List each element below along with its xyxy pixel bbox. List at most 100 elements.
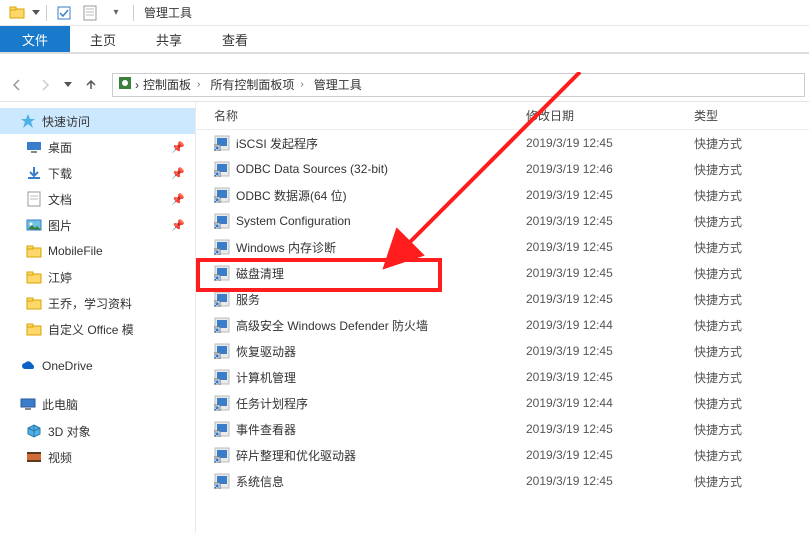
- file-date: 2019/3/19 12:44: [526, 318, 694, 332]
- chevron-right-icon[interactable]: ›: [135, 78, 139, 92]
- monitor-icon: [20, 396, 36, 412]
- file-row[interactable]: ODBC Data Sources (32-bit) 2019/3/19 12:4…: [196, 156, 809, 182]
- chevron-right-icon[interactable]: ›: [197, 79, 200, 90]
- file-row[interactable]: 事件查看器2019/3/19 12:45快捷方式: [196, 416, 809, 442]
- column-name[interactable]: 名称: [196, 107, 526, 124]
- chevron-right-icon[interactable]: ›: [300, 79, 303, 90]
- file-name: System Configuration: [236, 214, 351, 228]
- column-type[interactable]: 类型: [694, 107, 809, 124]
- file-row[interactable]: 服务2019/3/19 12:45快捷方式: [196, 286, 809, 312]
- nav-item[interactable]: 江婷: [0, 264, 195, 290]
- nav-label: 王乔，学习资料: [48, 295, 132, 312]
- window-title: 管理工具: [144, 4, 192, 21]
- nav-label: 江婷: [48, 269, 72, 286]
- folder-icon[interactable]: [6, 2, 28, 24]
- nav-label: 下载: [48, 165, 72, 182]
- qat-more-icon[interactable]: ▾: [105, 2, 127, 24]
- nav-this-pc[interactable]: 此电脑: [0, 390, 195, 418]
- file-name: ODBC Data Sources (32-bit): [236, 162, 388, 176]
- ribbon-divider: [0, 52, 809, 54]
- file-name: iSCSI 发起程序: [236, 135, 318, 152]
- file-name: 磁盘清理: [236, 265, 284, 282]
- nav-up-button[interactable]: [78, 72, 104, 98]
- file-row[interactable]: 磁盘清理2019/3/19 12:45快捷方式: [196, 260, 809, 286]
- shortcut-icon: [214, 343, 230, 359]
- shortcut-icon: [214, 395, 230, 411]
- nav-item[interactable]: 王乔，学习资料: [0, 290, 195, 316]
- nav-item[interactable]: MobileFile: [0, 238, 195, 264]
- document-icon: [26, 191, 42, 207]
- file-type: 快捷方式: [694, 317, 809, 334]
- nav-item[interactable]: 图片📌: [0, 212, 195, 238]
- breadcrumb-item[interactable]: 控制面板 ›: [141, 76, 206, 93]
- file-name: 恢复驱动器: [236, 343, 296, 360]
- file-type: 快捷方式: [694, 161, 809, 178]
- file-date: 2019/3/19 12:45: [526, 240, 694, 254]
- file-type: 快捷方式: [694, 239, 809, 256]
- file-name: 计算机管理: [236, 369, 296, 386]
- file-date: 2019/3/19 12:45: [526, 344, 694, 358]
- navigation-pane: 快速访问 桌面📌 下载 📌 文档📌图片📌MobileFile 江婷王乔，学习资料自定义 …: [0, 102, 196, 533]
- nav-item[interactable]: 自定义 Office 模: [0, 316, 195, 342]
- tab-view[interactable]: 查看: [202, 26, 268, 52]
- nav-label: 快速访问: [42, 113, 90, 130]
- file-type: 快捷方式: [694, 135, 809, 152]
- star-icon: [20, 113, 36, 129]
- breadcrumb-item[interactable]: 所有控制面板项 ›: [208, 76, 309, 93]
- ribbon: 文件 主页 共享 查看: [0, 26, 809, 52]
- file-date: 2019/3/19 12:46: [526, 162, 694, 176]
- breadcrumb-item[interactable]: 管理工具: [312, 76, 364, 93]
- file-date: 2019/3/19 12:45: [526, 292, 694, 306]
- nav-recent-button[interactable]: [60, 72, 76, 98]
- file-row[interactable]: ODBC 数据源(64 位)2019/3/19 12:45快捷方式: [196, 182, 809, 208]
- picture-icon: [26, 217, 42, 233]
- address-box[interactable]: › 控制面板 › 所有控制面板项 › 管理工具: [112, 73, 805, 97]
- file-row[interactable]: System Configuration2019/3/19 12:45快捷方式: [196, 208, 809, 234]
- file-row[interactable]: 恢复驱动器2019/3/19 12:45快捷方式: [196, 338, 809, 364]
- nav-back-button[interactable]: [4, 72, 30, 98]
- pin-icon: 📌: [171, 167, 185, 180]
- tab-home[interactable]: 主页: [70, 26, 136, 52]
- file-name: Windows 内存诊断: [236, 239, 336, 256]
- file-type: 快捷方式: [694, 213, 809, 230]
- nav-item[interactable]: 视频: [0, 444, 195, 470]
- file-name: 系统信息: [236, 473, 284, 490]
- file-row[interactable]: 任务计划程序2019/3/19 12:44快捷方式: [196, 390, 809, 416]
- nav-label: 图片: [48, 217, 72, 234]
- shortcut-icon: [214, 135, 230, 151]
- shortcut-icon: [214, 213, 230, 229]
- file-row[interactable]: 碎片整理和优化驱动器2019/3/19 12:45快捷方式: [196, 442, 809, 468]
- tab-share[interactable]: 共享: [136, 26, 202, 52]
- file-name: ODBC 数据源(64 位): [236, 187, 347, 204]
- breadcrumb-label: 管理工具: [314, 76, 362, 93]
- file-row[interactable]: 计算机管理2019/3/19 12:45快捷方式: [196, 364, 809, 390]
- nav-item[interactable]: 桌面📌: [0, 134, 195, 160]
- nav-label: 视频: [48, 449, 72, 466]
- file-date: 2019/3/19 12:45: [526, 422, 694, 436]
- file-type: 快捷方式: [694, 369, 809, 386]
- nav-quick-access[interactable]: 快速访问: [0, 108, 195, 134]
- properties-icon[interactable]: [53, 2, 75, 24]
- file-date: 2019/3/19 12:44: [526, 396, 694, 410]
- file-row[interactable]: 高级安全 Windows Defender 防火墙2019/3/19 12:44…: [196, 312, 809, 338]
- document-icon[interactable]: [79, 2, 101, 24]
- cloud-icon: [20, 358, 36, 374]
- tab-file[interactable]: 文件: [0, 26, 70, 52]
- nav-label: 文档: [48, 191, 72, 208]
- file-row[interactable]: 系统信息2019/3/19 12:45快捷方式: [196, 468, 809, 494]
- nav-label: 此电脑: [42, 396, 78, 413]
- nav-forward-button[interactable]: [32, 72, 58, 98]
- file-row[interactable]: Windows 内存诊断 2019/3/19 12:45快捷方式: [196, 234, 809, 260]
- column-date[interactable]: 修改日期: [526, 107, 694, 124]
- chevron-down-icon[interactable]: [32, 10, 40, 15]
- nav-item[interactable]: 下载 📌: [0, 160, 195, 186]
- nav-item[interactable]: 文档📌: [0, 186, 195, 212]
- file-row[interactable]: iSCSI 发起程序2019/3/19 12:45快捷方式: [196, 130, 809, 156]
- control-panel-icon: [117, 75, 133, 94]
- breadcrumb-label: 所有控制面板项: [210, 76, 294, 93]
- file-name: 碎片整理和优化驱动器: [236, 447, 356, 464]
- breadcrumb-label: 控制面板: [143, 76, 191, 93]
- nav-onedrive[interactable]: OneDrive: [0, 352, 195, 380]
- nav-item[interactable]: 3D 对象: [0, 418, 195, 444]
- file-type: 快捷方式: [694, 395, 809, 412]
